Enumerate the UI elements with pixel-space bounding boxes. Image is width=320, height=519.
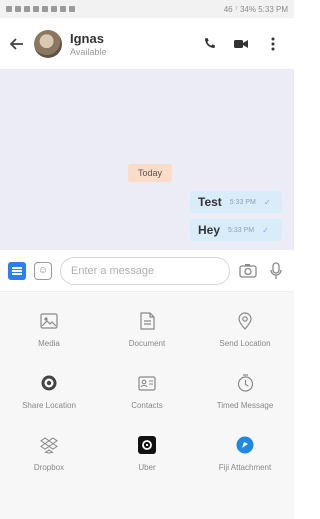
attachment-panel: Media Document Send Location Share Locat… — [0, 292, 294, 519]
tile-label: Share Location — [22, 401, 76, 410]
attach-send-location[interactable]: Send Location — [196, 298, 294, 360]
message-text: Test — [198, 195, 222, 209]
app-bar-actions — [202, 37, 294, 51]
fiji-icon — [234, 434, 256, 456]
voice-button[interactable] — [266, 261, 286, 281]
attach-share-location[interactable]: Share Location — [0, 360, 98, 422]
location-pin-icon — [234, 310, 256, 332]
tile-label: Timed Message — [216, 401, 274, 410]
notification-icons — [6, 6, 75, 12]
attach-uber[interactable]: Uber — [98, 422, 196, 484]
emoji-icon: ☺ — [37, 265, 49, 276]
tile-label: Media — [38, 339, 60, 348]
document-icon — [136, 310, 158, 332]
chat-area[interactable]: Today Test 5:33 PM ✓ Hey 5:33 PM ✓ — [0, 70, 294, 250]
message-input[interactable] — [60, 256, 230, 285]
message-time: 5:33 PM — [228, 226, 255, 234]
tile-label: Uber — [138, 463, 156, 472]
contact-info[interactable]: Ignas Available — [70, 31, 202, 57]
share-location-icon — [38, 372, 60, 394]
message-time: 5:33 PM — [229, 198, 256, 206]
video-call-icon[interactable] — [234, 39, 248, 49]
back-arrow-icon — [10, 37, 23, 50]
composer-bar: ☺ — [0, 250, 294, 292]
tile-label: Send Location — [219, 339, 271, 348]
delivered-check-icon: ✓ — [262, 225, 269, 235]
dropbox-icon — [38, 434, 60, 456]
message-text: Hey — [198, 223, 221, 237]
app-bar: Ignas Available — [0, 18, 294, 70]
attach-media[interactable]: Media — [0, 298, 98, 360]
menu-icon — [12, 269, 22, 272]
date-separator: Today — [128, 164, 172, 182]
status-bar: 46 ⁷ 34% 5:33 PM — [0, 0, 294, 18]
contact-name: Ignas — [70, 30, 104, 46]
status-text: 46 ⁷ 34% 5:33 PM — [223, 4, 288, 14]
outgoing-message[interactable]: Hey 5:33 PM ✓ — [190, 219, 282, 241]
emoji-button[interactable]: ☺ — [34, 261, 52, 280]
camera-button[interactable] — [238, 261, 258, 281]
camera-icon — [239, 264, 257, 278]
uber-icon — [136, 434, 158, 456]
contact-status: Available — [70, 46, 107, 57]
attach-fiji[interactable]: Fiji Attachment — [196, 422, 294, 484]
phone-icon[interactable] — [202, 37, 216, 50]
delivered-check-icon: ✓ — [263, 197, 271, 207]
contact-card-icon — [136, 372, 158, 394]
tile-label: Contacts — [131, 401, 163, 410]
tile-label: Dropbox — [33, 463, 65, 472]
image-icon — [38, 310, 60, 332]
attachment-menu-button[interactable] — [8, 261, 26, 280]
more-options-icon[interactable] — [266, 37, 280, 51]
back-button[interactable] — [0, 18, 34, 70]
attach-timed-message[interactable]: Timed Message — [196, 360, 294, 422]
microphone-icon — [270, 261, 282, 279]
tile-label: Fiji Attachment — [218, 463, 272, 472]
outgoing-message[interactable]: Test 5:33 PM ✓ — [190, 191, 282, 213]
avatar[interactable] — [34, 29, 62, 58]
timer-icon — [234, 372, 256, 394]
tile-label: Document — [128, 339, 166, 348]
status-right: 46 ⁷ 34% 5:33 PM — [224, 5, 288, 14]
attach-document[interactable]: Document — [98, 298, 196, 360]
attach-contacts[interactable]: Contacts — [98, 360, 196, 422]
attach-dropbox[interactable]: Dropbox — [0, 422, 98, 484]
